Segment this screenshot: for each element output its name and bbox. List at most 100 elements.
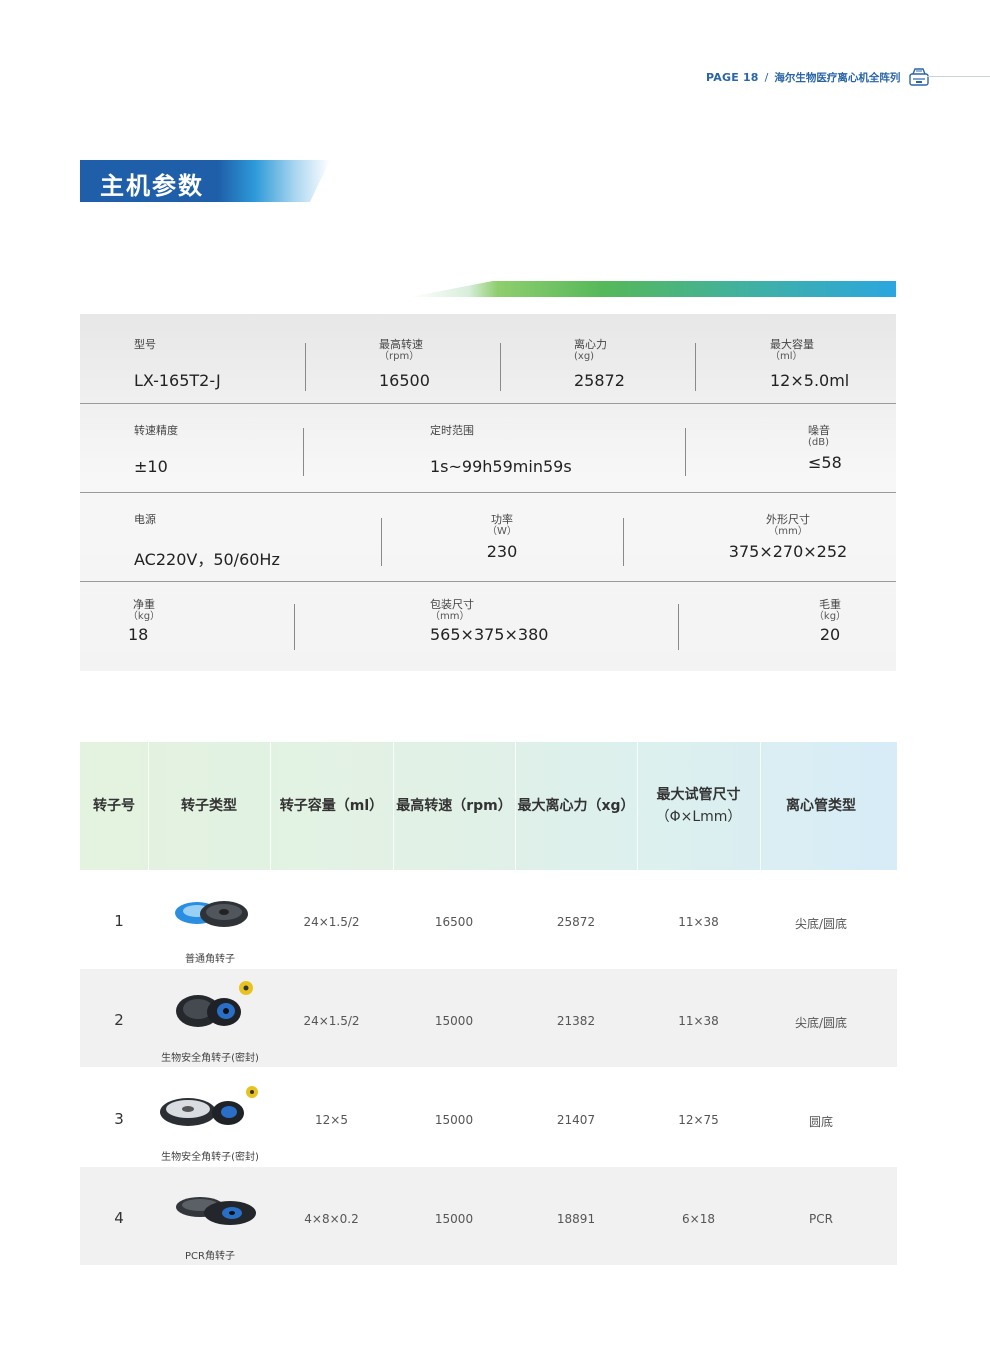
spec-label: 包装尺寸 <box>430 598 474 611</box>
spec-divider <box>623 518 624 566</box>
cell-max-rcf: 21407 <box>556 1113 596 1127</box>
spec-row-2: 转速精度 ±10 定时范围 1s~99h59min59s 噪音 (dB) ≤58 <box>80 404 896 492</box>
spec-cell-timer-range: 定时范围 1s~99h59min59s <box>430 424 572 476</box>
spec-label: 噪音 <box>808 424 830 437</box>
spec-divider <box>381 518 382 566</box>
spec-divider <box>305 343 306 391</box>
spec-unit: (dB) <box>808 437 830 448</box>
spec-label: 转速精度 <box>134 424 178 437</box>
table-row: 1 普通角转子 24×1.5/2 16500 25872 11×38 尖底/圆底 <box>80 870 897 968</box>
spec-cell-power: 功率 （W） 230 <box>472 513 532 561</box>
spec-label: 净重 <box>133 598 155 611</box>
header-max-tube-size-line1: 最大试管尺寸 <box>656 787 741 803</box>
spec-unit: （kg） <box>127 611 161 622</box>
spec-label: 定时范围 <box>430 424 474 437</box>
cell-rotor-type: 生物安全角转子(密封) <box>161 1152 259 1163</box>
spec-row-4: 净重 （kg） 18 包装尺寸 （mm） 565×375×380 毛重 （kg）… <box>80 582 896 670</box>
decorative-gradient-bar <box>410 281 896 297</box>
spec-row-1: 型号 LX-165T2-J 最高转速 （rpm） 16500 离心力 (xg) … <box>80 314 896 402</box>
cell-rotor-type: 普通角转子 <box>185 954 235 965</box>
spec-cell-gross-weight: 毛重 （kg） 20 <box>808 598 852 644</box>
spec-value: ±10 <box>134 457 168 476</box>
cell-max-speed: 15000 <box>434 1014 474 1028</box>
spec-unit <box>430 437 572 449</box>
spec-divider <box>685 428 686 476</box>
page-number: PAGE 18 <box>706 70 759 84</box>
spec-label: 毛重 <box>819 598 841 611</box>
header-max-tube-size-line2: （Φ×Lmm） <box>655 809 742 825</box>
cell-tube-type: 圆底 <box>808 1115 833 1129</box>
cell-tube-size: 6×18 <box>682 1212 715 1226</box>
header-max-rcf: 最大离心力（xg） <box>517 798 635 814</box>
spec-divider <box>678 604 679 650</box>
table-row: 3 生物安全角转子(密封) 12×5 15000 21407 12×75 圆底 <box>80 1068 897 1166</box>
spec-unit: （W） <box>487 526 517 537</box>
cell-rotor-no: 1 <box>114 912 124 930</box>
spec-table: 型号 LX-165T2-J 最高转速 （rpm） 16500 离心力 (xg) … <box>80 314 896 671</box>
header-rotor-no: 转子号 <box>93 798 135 814</box>
header-tube-type: 离心管类型 <box>786 798 856 814</box>
header-rotor-type: 转子类型 <box>181 798 237 814</box>
spec-value: 230 <box>486 542 518 561</box>
spec-cell-noise: 噪音 (dB) ≤58 <box>808 424 842 472</box>
spec-value: 375×270×252 <box>728 542 848 561</box>
spec-unit: （mm） <box>768 526 808 537</box>
spec-label: 外形尺寸 <box>766 513 810 526</box>
cell-capacity: 4×8×0.2 <box>304 1212 359 1226</box>
cell-rotor-no: 3 <box>114 1110 124 1128</box>
rotor-table-header: 转子号 转子类型 转子容量（ml） 最高转速（rpm） 最大离心力（xg） 最大… <box>80 742 897 870</box>
spec-label: 最大容量 <box>770 338 814 351</box>
spec-value: LX-165T2-J <box>134 371 221 390</box>
standard-angle-rotor-icon <box>175 901 248 927</box>
spec-unit <box>134 437 178 449</box>
spec-value: 565×375×380 <box>430 625 549 644</box>
header-max-tube-size: 最大试管尺寸 （Φ×Lmm） <box>637 742 760 870</box>
cell-tube-type: 尖底/圆底 <box>794 1016 848 1030</box>
centrifuge-icon <box>909 68 930 86</box>
header-max-speed: 最高转速（rpm） <box>396 798 512 814</box>
biosafety-angle-rotor-icon <box>176 981 253 1027</box>
spec-cell-dimensions: 外形尺寸 （mm） 375×270×252 <box>728 513 848 561</box>
pcr-angle-rotor-icon <box>176 1197 256 1225</box>
cell-capacity: 24×1.5/2 <box>303 1014 360 1028</box>
cell-max-rcf: 25872 <box>556 915 596 929</box>
spec-cell-max-speed: 最高转速 （rpm） 16500 <box>379 338 430 390</box>
spec-divider <box>303 428 304 476</box>
spec-value: 25872 <box>574 371 625 390</box>
cell-max-speed: 16500 <box>434 915 474 929</box>
spec-cell-model: 型号 LX-165T2-J <box>134 338 221 390</box>
cell-max-rcf: 18891 <box>556 1212 596 1226</box>
cell-tube-type: 尖底/圆底 <box>794 917 848 931</box>
spec-value: 20 <box>819 625 841 644</box>
cell-rotor-type: 生物安全角转子(密封) <box>161 1053 259 1064</box>
spec-unit: (xg) <box>574 351 595 362</box>
header-separator: / <box>764 70 769 84</box>
cell-capacity: 12×5 <box>315 1113 348 1127</box>
series-title: 海尔生物医疗离心机全阵列 <box>774 71 901 84</box>
cell-tube-size: 11×38 <box>678 915 719 929</box>
cell-tube-size: 12×75 <box>678 1113 719 1127</box>
spec-label: 电源 <box>134 513 156 526</box>
spec-label: 离心力 <box>574 338 607 351</box>
spec-divider <box>695 343 696 391</box>
spec-unit: （ml） <box>770 351 803 362</box>
biosafety-angle-rotor-12x5-icon <box>160 1086 258 1126</box>
cell-tube-type: PCR <box>809 1212 833 1226</box>
cell-max-rcf: 21382 <box>556 1014 596 1028</box>
spec-cell-net-weight: 净重 （kg） 18 <box>124 598 164 644</box>
spec-label: 最高转速 <box>379 338 423 351</box>
cell-rotor-no: 4 <box>114 1209 124 1227</box>
spec-value: 16500 <box>379 371 430 390</box>
spec-divider <box>500 343 501 391</box>
cell-capacity: 24×1.5/2 <box>303 915 360 929</box>
table-row: 4 PCR角转子 4×8×0.2 15000 18891 6×18 PCR <box>80 1167 897 1265</box>
header-rotor-capacity: 转子容量（ml） <box>279 798 384 814</box>
header-rule <box>927 76 990 77</box>
section-title: 主机参数 <box>100 172 204 200</box>
cell-max-speed: 15000 <box>434 1113 474 1127</box>
spec-label: 功率 <box>491 513 513 526</box>
spec-divider <box>294 604 295 650</box>
spec-unit <box>134 351 221 363</box>
page-header: PAGE 18 / 海尔生物医疗离心机全阵列 <box>706 66 930 88</box>
spec-unit <box>134 526 280 538</box>
